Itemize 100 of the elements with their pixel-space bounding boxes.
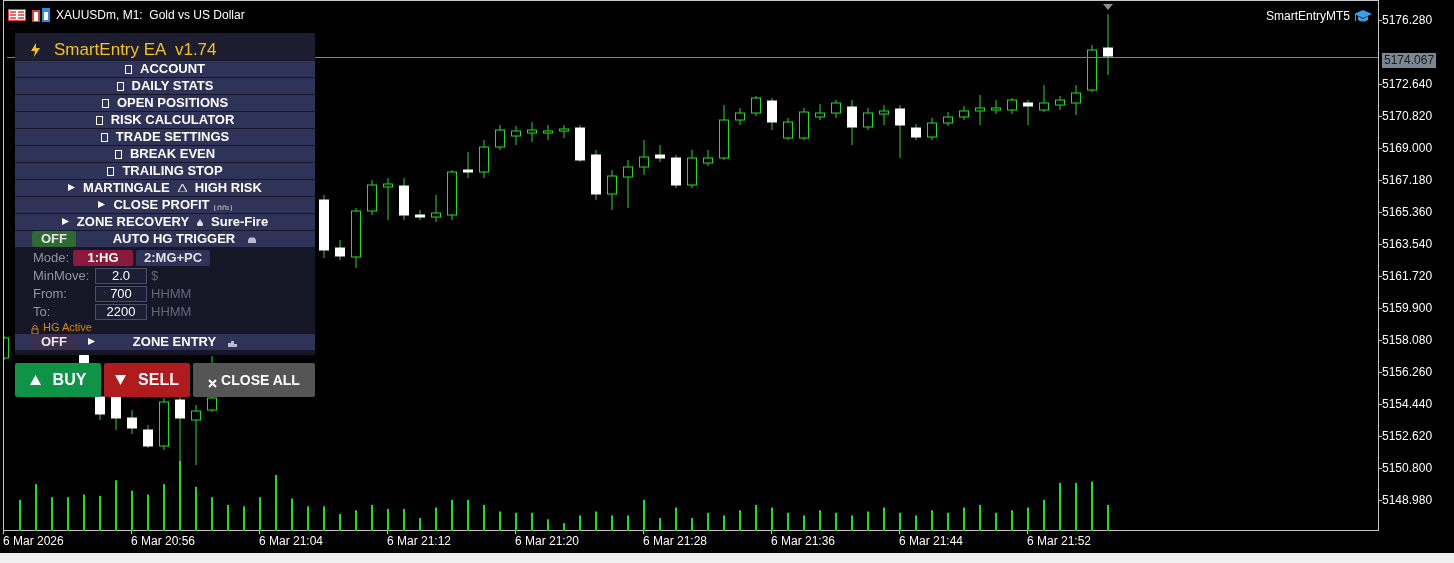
price-label: 5156.260 xyxy=(1382,364,1433,381)
price-label: 5169.000 xyxy=(1382,140,1433,157)
mode-label: Mode: xyxy=(33,249,71,268)
field-label: To: xyxy=(33,303,52,322)
price-label: 5163.540 xyxy=(1382,236,1433,253)
candle xyxy=(447,169,457,221)
section-title: AUTO HG TRIGGER xyxy=(112,231,236,247)
note-icon xyxy=(213,205,232,211)
candle xyxy=(319,194,329,259)
item-label: MARTINGALE xyxy=(83,180,170,196)
candle xyxy=(623,159,633,209)
menu-item[interactable]: TRADE SETTINGS xyxy=(15,129,315,145)
mode-option[interactable]: 1:HG xyxy=(73,250,133,266)
sell-button[interactable]: SELL xyxy=(104,363,190,397)
play-icon xyxy=(98,201,106,208)
toggle-switch[interactable]: OFF xyxy=(32,334,76,350)
candle xyxy=(831,99,841,119)
candle xyxy=(975,94,985,126)
price-label: 5165.360 xyxy=(1382,204,1433,221)
candle xyxy=(399,177,409,221)
candle xyxy=(991,99,1001,115)
menu-item[interactable]: ACCOUNT xyxy=(15,61,315,77)
price-label: 5150.800 xyxy=(1382,460,1433,477)
price-label: 5148.980 xyxy=(1382,492,1433,509)
candle xyxy=(415,209,425,221)
candle xyxy=(431,194,441,223)
candle xyxy=(463,151,473,179)
graduation-cap-icon xyxy=(1354,9,1372,23)
candle xyxy=(815,103,825,121)
square-icon xyxy=(100,132,108,142)
candle xyxy=(943,111,953,127)
lightning-icon xyxy=(31,43,40,57)
candle xyxy=(1023,99,1033,126)
menu-item[interactable]: OPEN POSITIONS xyxy=(15,95,315,111)
candle xyxy=(671,154,681,189)
expert-name: SmartEntryMT5 xyxy=(1266,8,1350,25)
play-icon xyxy=(88,338,95,345)
menu-item[interactable]: RISK CALCULATOR xyxy=(15,112,315,128)
time-label: 6 Mar 21:52 xyxy=(1027,534,1093,548)
menu-item[interactable]: MARTINGALE HIGH RISK xyxy=(15,180,315,196)
price-label: 5167.180 xyxy=(1382,172,1433,189)
menu-item[interactable]: ZONE RECOVERY Sure-Fire xyxy=(15,214,315,230)
candle xyxy=(735,107,745,126)
candle xyxy=(687,149,697,189)
candle xyxy=(783,117,793,141)
input-field[interactable]: 700 xyxy=(95,286,147,302)
menu-item[interactable]: BREAK EVEN xyxy=(15,146,315,162)
square-icon xyxy=(95,115,103,125)
candle xyxy=(1087,44,1097,93)
candle xyxy=(703,149,713,167)
menu-item[interactable]: TRAILING STOP xyxy=(15,163,315,179)
down-triangle-icon xyxy=(115,375,127,385)
warning-icon xyxy=(177,184,187,192)
chart-icon xyxy=(228,340,238,347)
candle xyxy=(879,104,889,126)
candle xyxy=(847,99,857,146)
candle xyxy=(911,123,921,141)
panel-title: SmartEntry EA v1.74 xyxy=(54,40,217,60)
unit-label: HHMM xyxy=(151,303,192,322)
time-label: 6 Mar 2026 xyxy=(3,534,65,548)
menu-item[interactable]: CLOSE PROFIT xyxy=(15,197,315,213)
unit-label: $ xyxy=(151,267,159,286)
close-all-button[interactable]: CLOSE ALL xyxy=(193,363,315,397)
input-field[interactable]: 2.0 xyxy=(95,268,147,284)
item-tag: HIGH RISK xyxy=(194,180,262,196)
unit-label: HHMM xyxy=(151,285,192,304)
car-icon xyxy=(247,237,258,244)
candle xyxy=(607,169,617,211)
candle xyxy=(959,105,969,121)
square-icon xyxy=(107,166,115,176)
time-label: 6 Mar 21:36 xyxy=(771,534,837,548)
current-price-label: 5174.067 xyxy=(1382,53,1437,68)
candle xyxy=(159,397,169,451)
chart-window-icon xyxy=(32,8,50,22)
candle xyxy=(719,104,729,161)
section-title: ZONE ENTRY xyxy=(132,334,217,350)
candle xyxy=(863,107,873,131)
candle xyxy=(895,104,905,159)
candle xyxy=(1039,84,1049,113)
mode-option[interactable]: 2:MG+PC xyxy=(136,250,210,266)
candle xyxy=(575,124,585,163)
time-label: 6 Mar 21:20 xyxy=(515,534,581,548)
menu-item[interactable]: DAILY STATS xyxy=(15,78,315,94)
field-label: MinMove: xyxy=(33,267,91,286)
candle xyxy=(639,139,649,176)
field-label: From: xyxy=(33,285,68,304)
candle xyxy=(383,177,393,221)
toggle-switch[interactable]: OFF xyxy=(32,231,76,247)
square-icon xyxy=(101,98,109,108)
price-label: 5158.080 xyxy=(1382,332,1433,349)
candle xyxy=(1103,13,1113,76)
candle xyxy=(367,179,377,216)
drop-icon xyxy=(197,218,204,226)
input-field[interactable]: 2200 xyxy=(95,304,147,320)
candle xyxy=(4,335,9,361)
candle xyxy=(479,139,489,179)
candle xyxy=(527,121,537,143)
buy-button[interactable]: BUY xyxy=(15,363,101,397)
candle xyxy=(127,409,137,435)
square-icon xyxy=(125,64,132,74)
